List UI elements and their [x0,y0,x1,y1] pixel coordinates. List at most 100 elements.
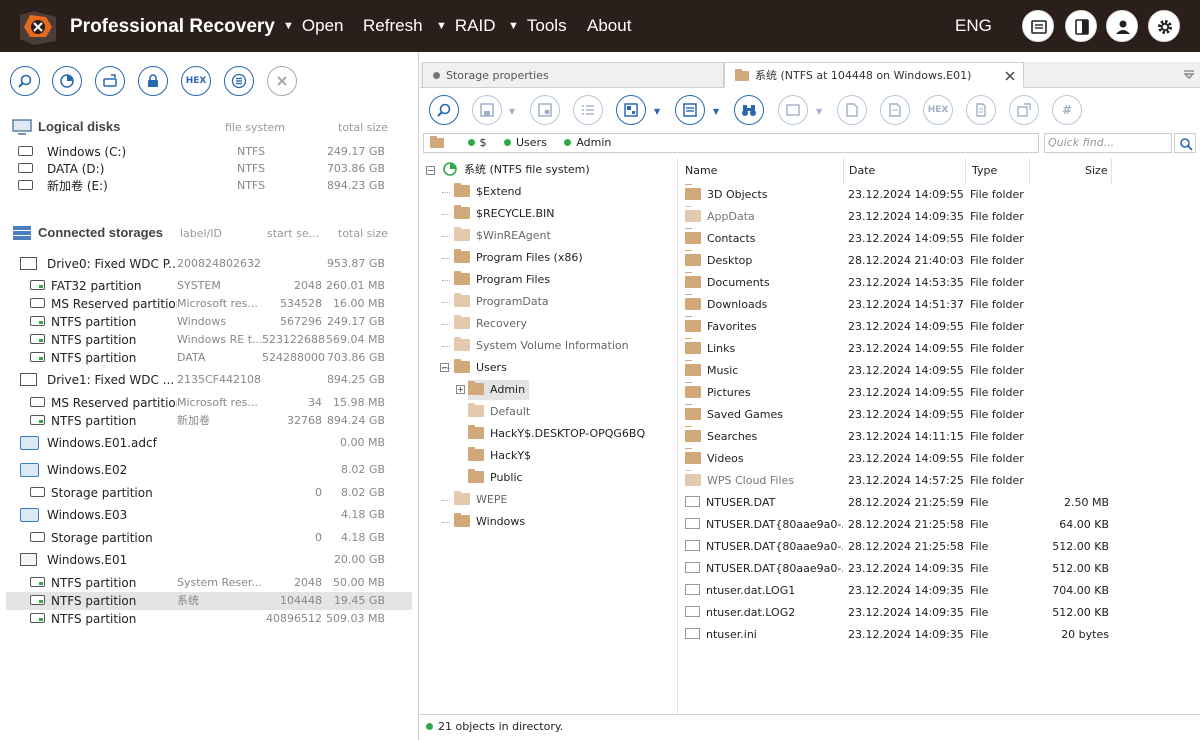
tree-root[interactable]: − 系统 (NTFS file system) [426,160,590,180]
tree-item[interactable]: System Volume Information [454,336,629,356]
storage-row[interactable]: NTFS partition Windows 567296 249.17 GB [6,313,412,331]
logical-disk-row[interactable]: Windows (C:) NTFS 249.17 GB [6,143,412,161]
menu-refresh[interactable]: Refresh [363,16,423,36]
storage-row[interactable]: Storage partition 0 8.02 GB [6,484,412,502]
print-button[interactable] [966,95,996,125]
tree-item[interactable]: Windows [454,512,525,532]
close-tab-icon[interactable] [1005,71,1015,81]
quick-find-button[interactable] [1174,133,1196,153]
search-button[interactable] [10,66,40,96]
file-text-button[interactable] [880,95,910,125]
list-row[interactable]: WPS Cloud Files 23.12.2024 14:57:25 File f… [679,470,1200,492]
tree-item[interactable]: ProgramData [454,292,549,312]
image-button[interactable] [95,66,125,96]
list-button[interactable] [224,66,254,96]
list-row[interactable]: Links 23.12.2024 14:09:55 File folder [679,338,1200,360]
log-button[interactable] [1022,10,1054,42]
list-row[interactable]: Music 23.12.2024 14:09:55 File folder [679,360,1200,382]
storage-row[interactable]: Drive0: Fixed WDC P... 200824802632 953.87… [6,255,412,273]
storage-row[interactable]: MS Reserved partition Microsoft res... 534… [6,295,412,313]
storage-row[interactable]: NTFS partition 新加卷 32768 894.24 GB [6,412,412,430]
list-row[interactable]: Searches 23.12.2024 14:11:15 File folder [679,426,1200,448]
save-button[interactable] [472,95,502,125]
list-row[interactable]: Favorites 23.12.2024 14:09:55 File folder [679,316,1200,338]
path-root[interactable]: $ [480,136,487,149]
panels-button[interactable] [1065,10,1097,42]
path-admin[interactable]: Admin [576,136,611,149]
menu-tools[interactable]: ▼ Tools [508,16,567,36]
tree-item[interactable]: $Extend [454,182,522,202]
collapse-icon[interactable]: − [426,166,435,175]
storage-row[interactable]: NTFS partition System Reser... 2048 50.00 M… [6,574,412,592]
tree-subitem[interactable]: HackY$.DESKTOP-OPQG6BQ [468,424,645,444]
tree-item[interactable]: Program Files [454,270,550,290]
details-view-button[interactable] [675,95,705,125]
list-row[interactable]: Contacts 23.12.2024 14:09:55 File folder [679,228,1200,250]
tab-storage-properties[interactable]: Storage properties [422,62,724,88]
list-row[interactable]: ntuser.dat.LOG1 23.12.2024 14:09:35 File 70… [679,580,1200,602]
col-date[interactable]: Date [849,158,875,184]
tree-item[interactable]: WEPE [454,490,507,510]
path-bar[interactable]: $ Users Admin [423,133,1039,153]
tree-item[interactable]: Recovery [454,314,527,334]
account-button[interactable] [1106,10,1138,42]
find-button[interactable] [429,95,459,125]
tree-subitem[interactable]: + Admin [456,380,530,400]
list-row[interactable]: Desktop 28.12.2024 21:40:03 File folder [679,250,1200,272]
tree-subitem[interactable]: HackY$ [468,446,531,466]
menu-open[interactable]: ▼ Open [283,16,343,36]
list-row[interactable]: 3D Objects 23.12.2024 14:09:55 File folder [679,184,1200,206]
list-row[interactable]: Downloads 23.12.2024 14:51:37 File folder [679,294,1200,316]
storage-row[interactable]: Storage partition 0 4.18 GB [6,529,412,547]
storage-row[interactable]: Windows.E01.adcf 0.00 MB [6,434,412,452]
list-row[interactable]: NTUSER.DAT{80aae9a0-... 28.12.2024 21:25:… [679,536,1200,558]
checklist-button[interactable] [573,95,603,125]
tab-volume[interactable]: 系统 (NTFS at 104448 on Windows.E01) [724,62,1024,88]
path-users[interactable]: Users [516,136,547,149]
col-name[interactable]: Name [685,158,717,184]
scan-button[interactable] [52,66,82,96]
preview-button[interactable] [778,95,808,125]
list-row[interactable]: NTUSER.DAT{80aae9a0-... 28.12.2024 21:25:… [679,514,1200,536]
recover-button[interactable] [530,95,560,125]
tabs-menu-icon[interactable] [1183,70,1195,80]
save-dropdown-icon[interactable]: ▼ [509,107,515,116]
list-row[interactable]: Documents 23.12.2024 14:53:35 File folder [679,272,1200,294]
storage-row[interactable]: NTFS partition DATA 524288000 703.86 GB [6,349,412,367]
logical-disk-row[interactable]: 新加卷 (E:) NTFS 894.23 GB [6,177,412,195]
encrypt-button[interactable] [138,66,168,96]
logical-disk-row[interactable]: DATA (D:) NTFS 703.86 GB [6,160,412,178]
hash-button[interactable]: # [1052,95,1082,125]
list-row[interactable]: ntuser.ini 23.12.2024 14:09:35 File 20 byte… [679,624,1200,646]
binoculars-button[interactable] [734,95,764,125]
hex-button[interactable]: HEX [181,66,211,96]
storage-row[interactable]: Drive1: Fixed WDC ... 2135CF442108 894.25 … [6,371,412,389]
close-button[interactable] [267,66,297,96]
list-row[interactable]: NTUSER.DAT 28.12.2024 21:25:59 File 2.50 MB [679,492,1200,514]
export-button[interactable] [1009,95,1039,125]
list-row[interactable]: ntuser.dat.LOG2 23.12.2024 14:09:35 File 51… [679,602,1200,624]
preview-dropdown-icon[interactable]: ▼ [816,107,822,116]
list-row[interactable]: Videos 23.12.2024 14:09:55 File folder [679,448,1200,470]
storage-row[interactable]: NTFS partition Windows RE t... 523122688 56… [6,331,412,349]
storage-row[interactable]: NTFS partition 40896512 509.03 MB [6,610,412,628]
quick-find-input[interactable]: Quick find... [1044,133,1172,153]
list-row[interactable]: Saved Games 23.12.2024 14:09:55 File folde… [679,404,1200,426]
tree-item[interactable]: − Users [440,358,507,378]
tree-subitem[interactable]: Default [468,402,530,422]
list-row[interactable]: NTUSER.DAT{80aae9a0-... 23.12.2024 14:09:… [679,558,1200,580]
view-mode-button[interactable] [616,95,646,125]
tree-subitem[interactable]: Public [468,468,523,488]
settings-button[interactable] [1148,10,1180,42]
col-size[interactable]: Size [1085,158,1108,184]
collapse-icon[interactable]: − [440,363,449,372]
col-type[interactable]: Type [972,158,997,184]
storage-row[interactable]: FAT32 partition SYSTEM 2048 260.01 MB [6,277,412,295]
tree-item[interactable]: Program Files (x86) [454,248,583,268]
storage-row[interactable]: NTFS partition 系统 104448 19.45 GB [6,592,412,610]
view-mode-dropdown-icon[interactable]: ▼ [654,107,660,116]
expand-icon[interactable]: + [456,385,465,394]
menu-raid[interactable]: ▼ RAID [436,16,496,36]
storage-row[interactable]: Windows.E02 8.02 GB [6,461,412,479]
file-info-button[interactable] [837,95,867,125]
